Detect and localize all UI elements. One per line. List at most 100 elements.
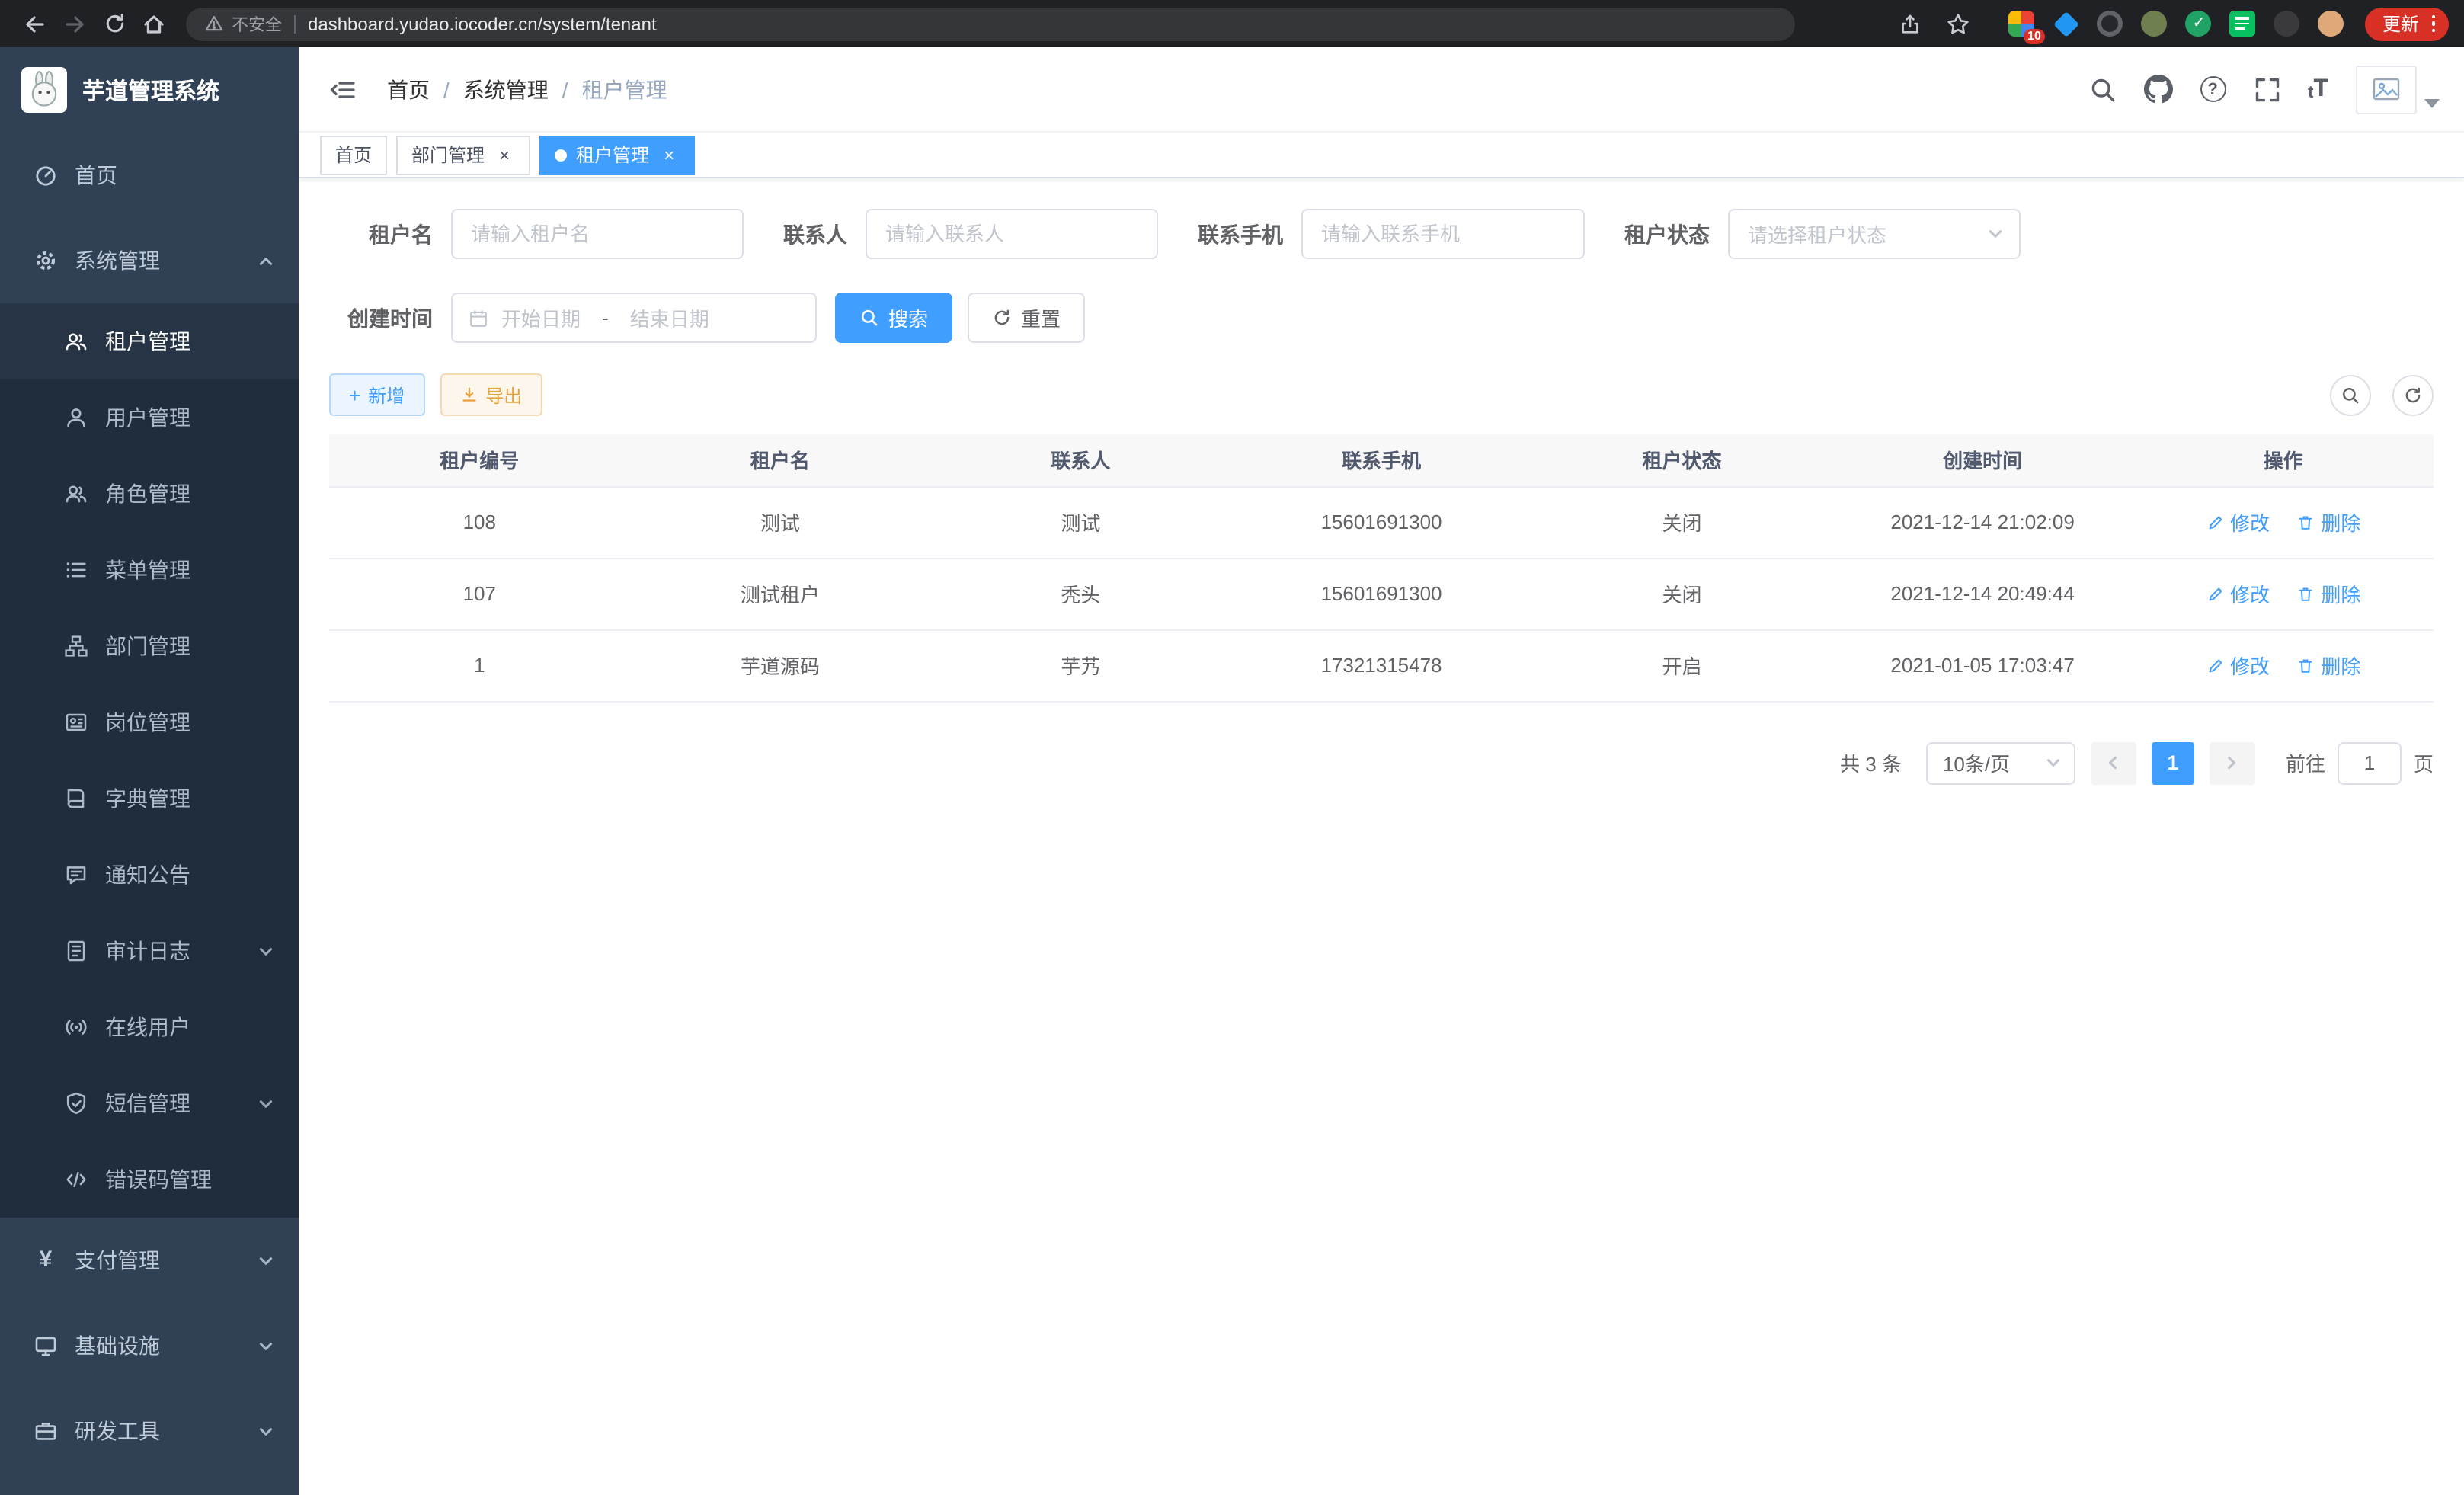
user-menu[interactable] — [2356, 65, 2440, 114]
devtools-icon — [34, 1419, 58, 1443]
browser-reload-button[interactable] — [94, 4, 134, 43]
tab-label: 部门管理 — [411, 142, 485, 168]
extension-icon-6[interactable] — [2230, 11, 2256, 37]
export-button[interactable]: 导出 — [440, 373, 542, 416]
extension-icon-5[interactable]: ✓ — [2186, 11, 2212, 37]
menu-list-icon — [64, 558, 88, 582]
sidebar-item-dept[interactable]: 部门管理 — [0, 608, 299, 684]
cell-contact: 芋艿 — [930, 629, 1231, 701]
chevron-right-icon — [2224, 754, 2241, 771]
add-button[interactable]: + 新增 — [329, 373, 424, 416]
refresh-table-button[interactable] — [2392, 374, 2434, 415]
extension-badge: 10 — [2023, 29, 2046, 44]
extension-icon-4[interactable] — [2142, 11, 2168, 37]
status-label: 租户状态 — [1624, 219, 1710, 249]
sidebar-item-role[interactable]: 角色管理 — [0, 456, 299, 532]
delete-label: 删除 — [2321, 507, 2360, 536]
share-button[interactable] — [1890, 4, 1930, 43]
extension-icon-2[interactable] — [2053, 11, 2079, 37]
goto-label: 前往 — [2286, 748, 2325, 777]
security-warning[interactable]: 不安全 — [204, 11, 282, 36]
sidebar-item-error-code[interactable]: 错误码管理 — [0, 1141, 299, 1218]
search-button[interactable]: 搜索 — [835, 293, 952, 343]
table-right-tools — [2330, 374, 2434, 415]
sidebar-item-menu[interactable]: 菜单管理 — [0, 532, 299, 608]
sidebar-collapse-button[interactable] — [323, 69, 363, 109]
sidebar-item-devtools[interactable]: 研发工具 — [0, 1388, 299, 1474]
header-search-icon[interactable] — [2088, 75, 2116, 103]
pagination: 共 3 条 10条/页 1 前往 页 — [329, 741, 2434, 784]
bookmark-star-button[interactable] — [1939, 4, 1979, 43]
breadcrumb-home[interactable]: 首页 — [387, 74, 430, 104]
tab-tenant[interactable]: 租户管理 × — [539, 135, 695, 174]
edit-link[interactable]: 修改 — [2206, 651, 2270, 680]
roles-icon — [64, 482, 88, 506]
sidebar-item-tenant[interactable]: 租户管理 — [0, 303, 299, 379]
extension-icon-8[interactable] — [2318, 11, 2344, 37]
filter-mobile: 联系手机 — [1198, 209, 1585, 259]
next-page-button[interactable] — [2210, 741, 2255, 784]
tab-close-icon[interactable]: × — [658, 144, 680, 165]
help-icon[interactable]: ? — [2200, 76, 2226, 102]
contact-input[interactable] — [866, 209, 1158, 259]
sidebar-item-online-user[interactable]: 在线用户 — [0, 989, 299, 1065]
browser-home-button[interactable] — [134, 4, 174, 43]
org-tree-icon — [64, 634, 88, 658]
edit-link[interactable]: 修改 — [2206, 507, 2270, 536]
status-select[interactable]: 请选择租户状态 — [1728, 209, 2021, 259]
tab-dept[interactable]: 部门管理 × — [396, 135, 530, 174]
browser-update-button[interactable]: 更新 — [2366, 7, 2449, 40]
delete-link[interactable]: 删除 — [2296, 507, 2360, 536]
sidebar-item-notice[interactable]: 通知公告 — [0, 837, 299, 913]
browser-menu-icon[interactable] — [2427, 15, 2440, 33]
gear-icon — [34, 248, 58, 273]
browser-back-button[interactable] — [15, 4, 55, 43]
cell-tenant-name: 测试 — [630, 486, 931, 558]
sidebar-item-system[interactable]: 系统管理 — [0, 218, 299, 303]
tenant-name-input[interactable] — [451, 209, 744, 259]
sidebar-item-infra[interactable]: 基础设施 — [0, 1303, 299, 1388]
github-icon[interactable] — [2143, 75, 2172, 104]
fullscreen-icon[interactable] — [2253, 75, 2280, 103]
delete-link[interactable]: 删除 — [2296, 651, 2360, 680]
sidebar-item-home[interactable]: 首页 — [0, 133, 299, 218]
sidebar-item-user[interactable]: 用户管理 — [0, 379, 299, 456]
browser-forward-button[interactable] — [55, 4, 94, 43]
page-size-select[interactable]: 10条/页 — [1926, 741, 2075, 784]
edit-link[interactable]: 修改 — [2206, 579, 2270, 608]
date-range-picker[interactable]: 开始日期 - 结束日期 — [451, 293, 817, 343]
search-icon — [859, 308, 879, 328]
sidebar-item-dict[interactable]: 字典管理 — [0, 760, 299, 837]
address-bar[interactable]: 不安全 dashboard.yudao.iocoder.cn/system/te… — [186, 7, 1795, 40]
font-size-icon[interactable]: tT — [2308, 77, 2328, 101]
reset-button[interactable]: 重置 — [968, 293, 1085, 343]
sidebar-item-label: 部门管理 — [105, 631, 190, 661]
tab-home[interactable]: 首页 — [320, 135, 387, 174]
edit-label: 修改 — [2230, 507, 2270, 536]
extension-icon-7[interactable] — [2274, 11, 2300, 37]
sidebar-item-sms[interactable]: 短信管理 — [0, 1065, 299, 1141]
breadcrumb-system[interactable]: 系统管理 — [463, 74, 549, 104]
page-number-1[interactable]: 1 — [2152, 741, 2194, 784]
dict-book-icon — [64, 786, 88, 811]
sidebar-item-label: 租户管理 — [105, 326, 190, 357]
mobile-input[interactable] — [1301, 209, 1585, 259]
table-row: 1 芋道源码 芋艿 17321315478 开启 2021-01-05 17:0… — [329, 629, 2434, 701]
delete-link[interactable]: 删除 — [2296, 579, 2360, 608]
chevron-down-icon — [258, 1423, 274, 1439]
back-arrow-icon — [23, 11, 47, 36]
chevron-down-icon — [2045, 754, 2062, 771]
chevron-left-icon — [2105, 754, 2122, 771]
extension-icon-3[interactable] — [2098, 11, 2123, 37]
goto-page-input[interactable] — [2338, 741, 2402, 784]
extension-icon-1[interactable]: 10 — [2009, 11, 2035, 37]
cell-tenant-name: 测试租户 — [630, 558, 931, 629]
sidebar-item-payment[interactable]: ¥ 支付管理 — [0, 1218, 299, 1303]
edit-icon — [2206, 656, 2224, 674]
sidebar-item-audit-log[interactable]: 审计日志 — [0, 913, 299, 989]
tab-close-icon[interactable]: × — [494, 144, 515, 165]
toggle-search-button[interactable] — [2330, 374, 2371, 415]
prev-page-button[interactable] — [2091, 741, 2136, 784]
sidebar-item-post[interactable]: 岗位管理 — [0, 684, 299, 760]
app-logo[interactable]: 芋道管理系统 — [0, 47, 299, 133]
